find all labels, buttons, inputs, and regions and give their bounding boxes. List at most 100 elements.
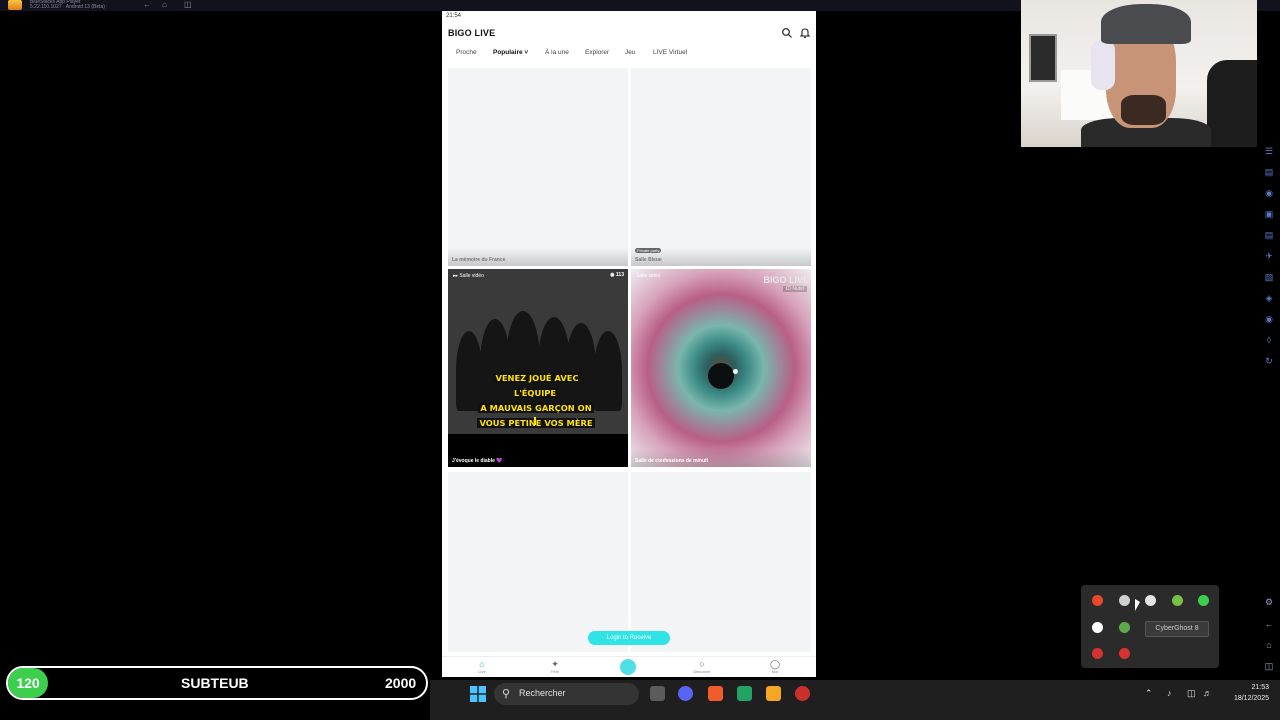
webcam-beard [1121, 95, 1166, 125]
subgoal-current-count: 120 [8, 668, 48, 698]
clock-date[interactable]: 18/12/2025 [1227, 695, 1269, 702]
search-icon[interactable] [781, 27, 793, 39]
install-apk-icon[interactable]: ▧ [1263, 271, 1275, 283]
chat-icon: ○ [699, 659, 705, 669]
login-to-receive-button[interactable]: Login to Receive [588, 631, 670, 645]
sidebar-toggle-icon[interactable]: ☰ [1263, 145, 1275, 157]
tray-app-icon[interactable] [1119, 622, 1130, 633]
rotate-icon[interactable]: ↻ [1263, 355, 1275, 367]
phone-screen: 21:54 BIGO LIVE Proche Populaire ˅ À la … [442, 11, 816, 677]
taskbar-search-box[interactable] [494, 683, 639, 705]
live-room-card[interactable]: Private party Salle Bleue [631, 68, 811, 266]
webcam-cap [1101, 4, 1191, 44]
home-icon[interactable]: ⌂ [162, 1, 171, 9]
record-icon[interactable]: ▣ [1263, 208, 1275, 220]
tab-proche[interactable]: Proche [456, 49, 477, 56]
airplane-icon[interactable]: ✈ [1263, 250, 1275, 262]
search-icon: ⚲ [502, 688, 511, 700]
media-folder-icon[interactable]: ▤ [1263, 229, 1275, 241]
tray-app-icon[interactable] [1198, 595, 1209, 606]
back-arrow-icon[interactable]: ← [143, 1, 152, 9]
recent-apps-icon[interactable]: ◫ [1263, 660, 1275, 672]
tray-app-icon[interactable] [1092, 622, 1103, 633]
webcam-overlay [1021, 0, 1257, 147]
tray-app-icon[interactable] [1092, 595, 1103, 606]
taskbar-search-placeholder: Rechercher [519, 688, 566, 698]
live-room-card[interactable]: BIGO LIVE ID Nutel Salle vidéo Salle de … [631, 269, 811, 467]
tab-live-virtuel[interactable]: LIVE Virtuel [653, 49, 687, 56]
discord-app-icon[interactable] [678, 686, 693, 701]
tab-explorer[interactable]: Explorer [585, 49, 609, 56]
webcam-background-door [1029, 34, 1057, 82]
nav-label: Live [478, 669, 486, 674]
emulator-title: BlueStacks App Player 5.22.110.1027 · An… [30, 0, 150, 10]
home-icon[interactable]: ⌂ [1263, 639, 1275, 651]
tab-jeu[interactable]: Jeu [625, 49, 635, 56]
nav-label: Moi [771, 669, 779, 674]
tray-app-icon[interactable] [1119, 595, 1130, 606]
tab-a-la-une[interactable]: À la une [545, 49, 569, 56]
phone-status-time: 21:54 [446, 13, 462, 19]
bottom-nav: ⌂ Live ✦ Fête ○ Découvrir ◯ Moi [442, 656, 816, 677]
banner-line: VENEZ JOUÉ AVEC L'ÉQUIPE [493, 373, 579, 398]
network-icon[interactable]: ◫ [1187, 688, 1196, 699]
layers-icon[interactable]: ◊ [1263, 334, 1275, 346]
eye-glint [733, 369, 738, 374]
location-icon[interactable]: ◉ [1263, 313, 1275, 325]
live-room-card[interactable] [631, 472, 811, 652]
live-room-card[interactable]: La mémoire du France [448, 68, 628, 266]
nav-live[interactable]: ⌂ Live [467, 659, 497, 675]
eraser-icon[interactable]: ◈ [1263, 292, 1275, 304]
tray-app-icon[interactable] [1172, 595, 1183, 606]
bluestacks-app-icon[interactable] [766, 686, 781, 701]
microphone-icon[interactable]: ♪ [1167, 688, 1172, 698]
tray-app-icon[interactable] [1145, 595, 1156, 606]
live-room-title: La mémoire du France [452, 257, 506, 263]
live-room-card[interactable] [448, 472, 628, 652]
party-icon: ✦ [551, 659, 559, 669]
go-live-button[interactable] [620, 659, 636, 675]
settings-gear-icon[interactable]: ⚙ [1263, 596, 1275, 608]
nav-decouvrir[interactable]: ○ Découvrir [687, 659, 717, 675]
emulator-version: 5.22.110.1027 · Android 13 (Beta) [30, 4, 105, 10]
recording-app-icon[interactable] [795, 686, 810, 701]
home-icon: ⌂ [479, 659, 485, 669]
room-type-label: ▸▸ Salle vidéo [453, 273, 484, 279]
webcam-chair [1207, 60, 1257, 147]
clock-time[interactable]: 21:53 [1245, 684, 1269, 691]
webcam-headset [1091, 40, 1115, 90]
tray-app-icon[interactable] [1092, 648, 1103, 659]
mouse-cursor-icon [1135, 599, 1140, 611]
tray-app-icon[interactable] [1119, 648, 1130, 659]
notification-bell-icon[interactable] [799, 27, 811, 39]
screenshot-icon[interactable]: ◉ [1263, 187, 1275, 199]
volume-icon[interactable]: ♬ [1203, 688, 1212, 698]
live-room-title: J'évoque le diable 💜 [452, 458, 503, 464]
windows-start-icon[interactable] [470, 686, 486, 702]
banner-caret [534, 417, 536, 425]
viewer-count: ◉ 113 [610, 272, 624, 278]
eye-pupil [708, 363, 734, 389]
nav-fete[interactable]: ✦ Fête [540, 659, 570, 675]
live-room-card[interactable]: VENEZ JOUÉ AVEC L'ÉQUIPE A MAUVAIS GARÇO… [448, 269, 628, 467]
performance-icon[interactable]: ▤ [1263, 166, 1275, 178]
excel-app-icon[interactable] [737, 686, 752, 701]
tab-populaire[interactable]: Populaire ˅ [493, 49, 528, 56]
task-view-app-icon[interactable] [650, 686, 665, 701]
nav-label: Découvrir [693, 669, 711, 674]
hooded-figure [594, 331, 622, 411]
live-room-title: Salle de confessions de minuit [635, 458, 709, 464]
stream-banner-text: VENEZ JOUÉ AVEC L'ÉQUIPE A MAUVAIS GARÇO… [474, 371, 598, 431]
multi-instance-icon[interactable]: ◫ [184, 1, 193, 9]
app-title: BIGO LIVE [448, 28, 496, 38]
nav-label: Fête [550, 669, 559, 674]
watermark-id: ID Nutel [782, 286, 807, 292]
chevron-up-icon[interactable]: ⌃ [1145, 688, 1153, 699]
nav-moi[interactable]: ◯ Moi [760, 659, 790, 675]
watermark: BIGO LIVE [763, 275, 809, 285]
back-arrow-icon[interactable]: ← [1263, 618, 1275, 630]
brave-app-icon[interactable] [708, 686, 723, 701]
banner-line: A MAUVAIS GARÇON ON [478, 403, 594, 413]
private-party-badge: Private party [635, 248, 662, 253]
subgoal-label: SUBTEUB [181, 675, 249, 691]
